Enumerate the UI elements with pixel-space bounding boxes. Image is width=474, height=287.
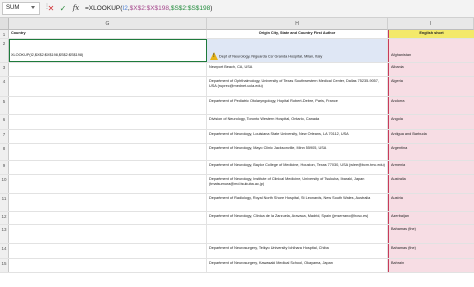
cell-origin[interactable]: Department of Neurology, Louisiana State… [207, 130, 388, 143]
select-all-corner[interactable] [0, 18, 9, 30]
row-number[interactable]: 6 [0, 115, 9, 129]
table-row: 11 Department of Radiology, Royal North S… [0, 194, 474, 212]
formula-suffix: ) [210, 5, 213, 12]
row-number[interactable]: 1 [0, 30, 9, 38]
formula-ref-lookup-array: $X$2:$X$198 [129, 5, 170, 12]
cell-origin[interactable]: Newport Beach, CA, USA [207, 63, 388, 76]
cell-english-short[interactable]: Albania [388, 63, 474, 76]
cell-country[interactable] [9, 212, 207, 224]
cell-country[interactable] [9, 161, 207, 174]
row-number[interactable]: 7 [0, 130, 9, 143]
cell-country[interactable] [9, 244, 207, 258]
cell-english-short[interactable]: Australia [388, 175, 474, 193]
header-cell-origin[interactable]: Origin City, State and Country First Aut… [207, 30, 388, 38]
table-row: 12 Department of Neurology, Clinica de la… [0, 212, 474, 225]
cell-origin-text: Dept of Neurology, Niguarda Ca' Granda H… [219, 54, 323, 59]
cell-origin[interactable]: Department of Pediatric Otolaryngology, … [207, 97, 388, 114]
cell-country[interactable] [9, 77, 207, 96]
cell-origin[interactable] [207, 225, 388, 243]
cell-english-short[interactable]: Andorra [388, 97, 474, 114]
row-number[interactable]: 4 [0, 77, 9, 96]
cancel-button[interactable]: ✕ [46, 2, 56, 15]
cell-english-short[interactable]: Bahamas (the) [388, 225, 474, 243]
row-number[interactable]: 13 [0, 225, 9, 243]
table-row: 7 Department of Neurology, Louisiana Stat… [0, 130, 474, 144]
row-number[interactable]: 14 [0, 244, 9, 258]
cell-origin[interactable]: Department of Neurology, Institute of Cl… [207, 175, 388, 193]
formula-ref-return-array: $S$2:$S$198 [170, 5, 211, 12]
cell-english-short[interactable]: Antigua and Barbuda [388, 130, 474, 143]
table-row: 14 Department of Neurosurgery, Teikyo Uni… [0, 244, 474, 259]
column-header-g[interactable]: G [9, 18, 207, 30]
formula-prefix: =XLOOKUP( [85, 5, 123, 12]
cell-english-short[interactable]: Angola [388, 115, 474, 129]
cell-origin[interactable]: Department of Ophthalmology, University … [207, 77, 388, 96]
cell-origin[interactable]: Division of Neurology, Toronto Western H… [207, 115, 388, 129]
name-box-dropdown-icon[interactable] [31, 6, 35, 9]
cell-country[interactable] [9, 175, 207, 193]
formula-input[interactable]: =XLOOKUP(I2,$X$2:$X$198,$S$2:$S$198) [85, 2, 472, 15]
table-row: 8 Department of Neurology, Mayo Clinic Ja… [0, 144, 474, 161]
table-row: 10 Department of Neurology, Institute of … [0, 175, 474, 194]
row-number[interactable]: 10 [0, 175, 9, 193]
cell-country[interactable] [9, 225, 207, 243]
cell-english-short[interactable]: Argentina [388, 144, 474, 160]
column-header-i[interactable]: I [388, 18, 474, 30]
table-row: 6 Division of Neurology, Toronto Western … [0, 115, 474, 130]
cell-origin[interactable]: Department of Radiology, Royal North Sho… [207, 194, 388, 211]
cell-country[interactable] [9, 97, 207, 114]
row-number[interactable]: 3 [0, 63, 9, 76]
confirm-button[interactable]: ✓ [58, 2, 68, 15]
cell-english-short[interactable]: Azerbaijan [388, 212, 474, 224]
cell-english-short[interactable]: Afghanistan [388, 39, 474, 62]
header-cell-country[interactable]: Country [9, 30, 207, 38]
cell-country[interactable] [9, 115, 207, 129]
cell-origin[interactable]: Department of Neurology, Clinica de la Z… [207, 212, 388, 224]
formula-bar: SUM ⋮ ✕ ✓ fx =XLOOKUP(I2,$X$2:$X$198,$S$… [0, 0, 474, 18]
cell-origin[interactable]: Dept of Neurology, Niguarda Ca' Granda H… [207, 39, 388, 62]
row-number[interactable]: 9 [0, 161, 9, 174]
cell-english-short[interactable]: Bahrain [388, 259, 474, 272]
cell-country[interactable] [9, 130, 207, 143]
table-row: 13 Bahamas (the) [0, 225, 474, 244]
cell-english-short[interactable]: Austria [388, 194, 474, 211]
cell-country[interactable] [9, 194, 207, 211]
cell-origin[interactable]: Department of Neurosurgery, Kawasaki Med… [207, 259, 388, 272]
row-number[interactable]: 8 [0, 144, 9, 160]
row-number[interactable]: 12 [0, 212, 9, 224]
row-number[interactable]: 5 [0, 97, 9, 114]
column-header-h[interactable]: H [207, 18, 388, 30]
cell-country[interactable] [9, 144, 207, 160]
table-row: 15 Department of Neurosurgery, Kawasaki M… [0, 259, 474, 273]
table-header-row: 1 Country Origin City, State and Country… [0, 30, 474, 39]
header-cell-english-short[interactable]: English short [388, 30, 474, 38]
cell-country[interactable] [9, 259, 207, 272]
row-number[interactable]: 15 [0, 259, 9, 272]
table-row: 5 Department of Pediatric Otolaryngology,… [0, 97, 474, 115]
warning-icon[interactable] [209, 52, 219, 61]
cell-origin[interactable]: Department of Neurology, Mayo Clinic Jac… [207, 144, 388, 160]
cell-english-short[interactable]: Bahamas (the) [388, 244, 474, 258]
cell-origin[interactable]: Department of Neurosurgery, Teikyo Unive… [207, 244, 388, 258]
table-row: 3 Newport Beach, CA, USA Albania [0, 63, 474, 77]
cell-english-short[interactable]: Algeria [388, 77, 474, 96]
insert-function-button[interactable]: fx [70, 2, 82, 15]
table-row: 4 Department of Ophthalmology, University… [0, 77, 474, 97]
row-number[interactable]: 11 [0, 194, 9, 211]
cell-origin[interactable]: Department of Neurology, Baylor College … [207, 161, 388, 174]
name-box-value: SUM [6, 5, 20, 11]
cell-english-short[interactable]: Armenia [388, 161, 474, 174]
row-number[interactable]: 2 [0, 39, 9, 62]
cell-country[interactable] [9, 63, 207, 76]
table-row: 2XLOOKUP(I2,$X$2:$X$198,$S$2:$S$198) Dept… [0, 39, 474, 63]
active-cell[interactable]: XLOOKUP(I2,$X$2:$X$198,$S$2:$S$198) [9, 39, 207, 62]
table-row: 9 Department of Neurology, Baylor College… [0, 161, 474, 175]
